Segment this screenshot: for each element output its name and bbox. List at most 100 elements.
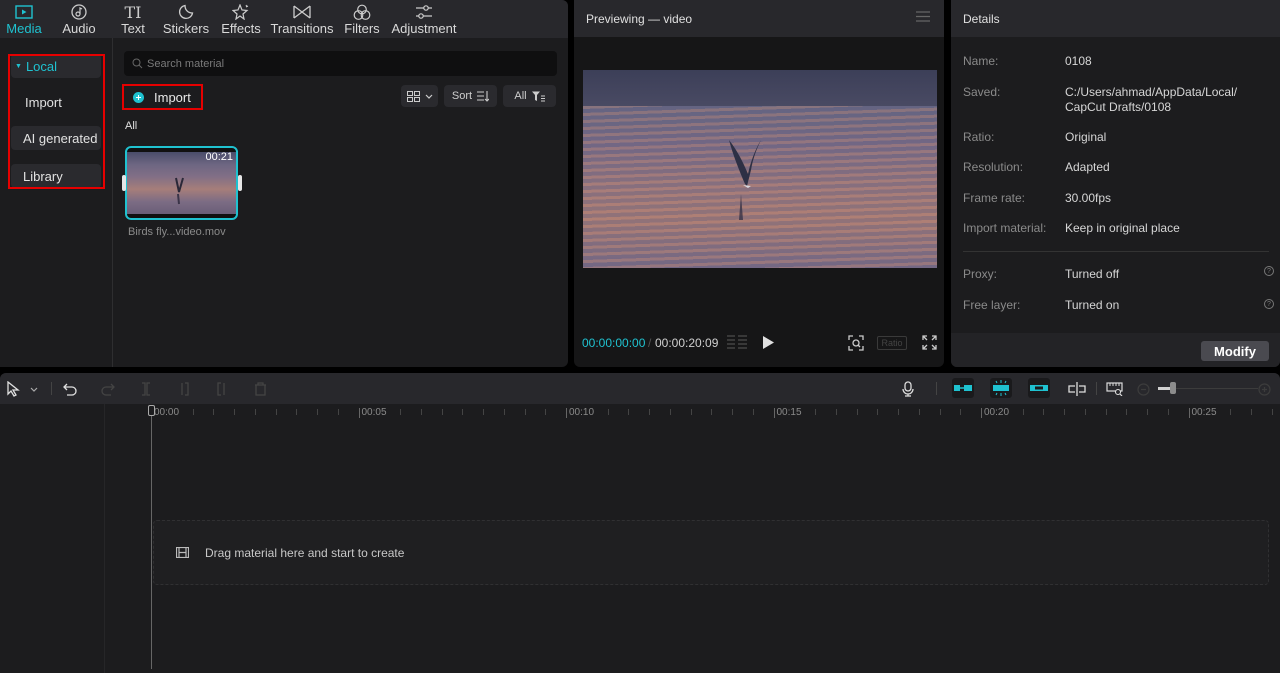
ruler-tick	[1084, 409, 1086, 415]
auto-snap-button[interactable]	[990, 378, 1012, 398]
record-audio-button[interactable]	[902, 380, 914, 398]
preview-axis-button[interactable]	[1067, 380, 1087, 398]
fullscreen-button[interactable]	[922, 335, 937, 350]
tab-effects[interactable]: Effects	[216, 0, 266, 38]
ruler-tick	[462, 409, 464, 415]
delete-right-button[interactable]	[216, 380, 228, 398]
ruler-tick	[1167, 409, 1169, 415]
preview-menu-button[interactable]	[916, 11, 930, 25]
ruler-tick	[628, 409, 630, 415]
magnet-link-icon	[954, 385, 972, 391]
ruler-tick	[400, 409, 401, 415]
tab-media[interactable]: Media	[0, 0, 48, 38]
tab-stickers[interactable]: Stickers	[156, 0, 216, 38]
media-panel: Media Audio TI Text Stickers Effects Tra…	[0, 0, 568, 367]
detail-row-free-layer: Free layer: Turned on ?	[963, 298, 1274, 313]
ruler-tick	[752, 409, 754, 415]
zoom-preview-button[interactable]	[848, 335, 864, 351]
zoom-to-fit-button[interactable]	[1106, 380, 1124, 398]
tab-transitions[interactable]: Transitions	[266, 0, 338, 38]
media-item-thumbnail[interactable]: 00:21	[125, 146, 238, 220]
ruler-tick	[835, 409, 837, 415]
linkage-button[interactable]	[1028, 378, 1050, 398]
ruler-label: 00:10	[566, 408, 594, 418]
delete-left-button[interactable]	[178, 380, 190, 398]
ruler-tick	[960, 409, 962, 415]
ruler-tick	[1147, 409, 1148, 415]
zoom-slider-handle[interactable]	[1170, 382, 1176, 394]
tab-text[interactable]: TI Text	[110, 0, 156, 38]
search-input[interactable]	[147, 57, 547, 70]
adjustment-icon	[415, 2, 433, 22]
waveform-toggle-button[interactable]	[727, 335, 747, 350]
ruler-tick	[337, 409, 339, 415]
tab-adjustment[interactable]: Adjustment	[386, 0, 462, 38]
ratio-button[interactable]: Ratio	[877, 336, 907, 350]
ruler-tick	[524, 409, 526, 415]
sidebar-item-import[interactable]: Import	[11, 90, 101, 114]
audio-icon	[71, 2, 87, 22]
delete-button[interactable]	[254, 380, 267, 398]
timeline-panel: 00:00 00:05 00:10 00:15 00:20 00:25 Drag mate…	[0, 373, 1280, 673]
ruler-search-icon	[1106, 382, 1123, 396]
ruler-tick	[213, 409, 215, 415]
main-track-magnet-button[interactable]	[952, 378, 974, 398]
play-icon	[763, 336, 774, 349]
ruler-tick	[1271, 409, 1273, 415]
toolbar-separator	[936, 382, 937, 395]
sidebar-item-library[interactable]: Library	[11, 164, 101, 188]
microphone-icon	[902, 381, 914, 397]
thumbnail-right-handle[interactable]	[238, 175, 242, 191]
tab-filters[interactable]: Filters	[338, 0, 386, 38]
ruler-label: 00:20	[981, 408, 1009, 418]
select-tool-button[interactable]	[7, 380, 20, 398]
ruler-tick	[815, 409, 816, 415]
zoom-in-button[interactable]	[1258, 380, 1271, 398]
tab-audio[interactable]: Audio	[48, 0, 110, 38]
video-preview[interactable]	[583, 70, 937, 268]
sort-button[interactable]: Sort	[444, 85, 497, 107]
view-mode-button[interactable]	[401, 85, 438, 107]
help-icon[interactable]: ?	[1264, 299, 1274, 309]
redo-button[interactable]	[101, 380, 115, 398]
thumbnail-left-handle[interactable]	[122, 175, 126, 191]
ruler-tick	[877, 409, 879, 415]
ruler-tick	[192, 409, 194, 415]
details-panel: Details Name: 0108 Saved: C:/Users/ahmad…	[951, 0, 1280, 367]
ruler-tick	[607, 409, 609, 415]
grid-view-icon	[406, 90, 420, 102]
sidebar-item-local[interactable]: ▼ Local	[11, 54, 101, 78]
preview-axis-icon	[1068, 382, 1086, 396]
zoom-out-button[interactable]	[1137, 380, 1150, 398]
text-icon: TI	[124, 2, 142, 22]
select-tool-dropdown[interactable]	[30, 380, 38, 398]
split-button[interactable]	[140, 380, 152, 398]
sort-icon	[477, 90, 490, 102]
ruler-tick	[483, 409, 484, 415]
ruler-tick	[1230, 409, 1231, 415]
preview-panel: Previewing — video 00:00:00:00 / 00:00:2…	[574, 0, 944, 367]
help-icon[interactable]: ?	[1264, 266, 1274, 276]
filter-button[interactable]: All	[503, 85, 556, 107]
filters-icon	[353, 2, 371, 22]
scan-search-icon	[848, 335, 864, 351]
fullscreen-icon	[922, 335, 937, 350]
snap-icon	[993, 380, 1009, 396]
zoom-out-icon	[1137, 382, 1150, 396]
ruler-tick	[545, 409, 547, 415]
ruler-label: 00:25	[1188, 408, 1217, 418]
ruler-tick	[898, 409, 899, 415]
ruler-tick	[1250, 409, 1252, 415]
preview-title: Previewing — video	[586, 11, 693, 26]
sidebar-item-ai-generated[interactable]: AI generated	[11, 126, 101, 150]
import-button[interactable]: Import	[127, 86, 200, 108]
modify-button[interactable]: Modify	[1201, 341, 1269, 361]
toolbar-separator	[1096, 382, 1097, 395]
playhead-handle[interactable]	[148, 405, 155, 416]
timeline-drop-zone[interactable]: Drag material here and start to create	[153, 520, 1269, 585]
timeline-toolbar	[0, 373, 1280, 404]
search-bar[interactable]	[124, 51, 557, 76]
timeline-ruler[interactable]: 00:00 00:05 00:10 00:15 00:20 00:25	[0, 404, 1280, 426]
undo-button[interactable]	[63, 380, 77, 398]
play-button[interactable]	[763, 336, 774, 349]
